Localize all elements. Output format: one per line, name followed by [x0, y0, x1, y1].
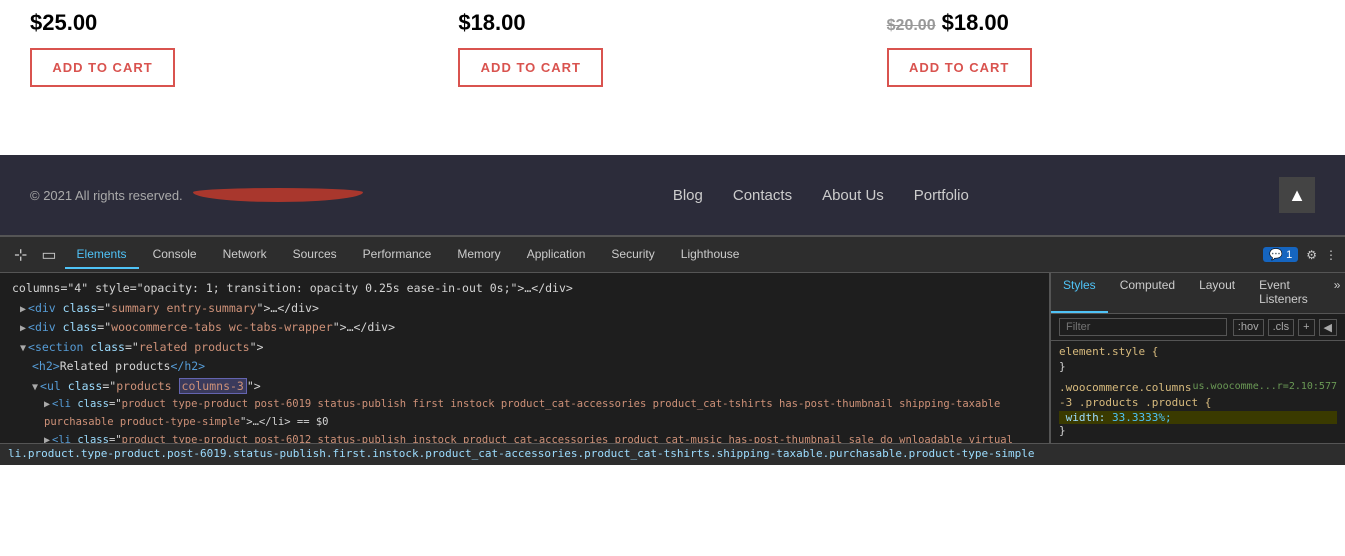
styles-tab-styles[interactable]: Styles — [1051, 273, 1108, 313]
devtools-toolbar: ⊹ ▭ Elements Console Network Sources Per… — [0, 237, 1345, 273]
filter-add-btn[interactable]: + — [1298, 319, 1314, 336]
devtools-main: columns="4" style="opacity: 1; transitio… — [0, 273, 1345, 443]
devtools-device-icon[interactable]: ▭ — [35, 241, 62, 269]
styles-selector-2: .woocommerce.columns — [1059, 381, 1191, 394]
tab-lighthouse[interactable]: Lighthouse — [669, 241, 752, 269]
devtools-cursor-icon[interactable]: ⊹ — [8, 241, 33, 269]
add-to-cart-button-3[interactable]: ADD TO CART — [887, 48, 1032, 87]
styles-highlighted-rule: width: 33.3333%; — [1059, 411, 1337, 424]
tab-security[interactable]: Security — [599, 241, 666, 269]
tab-application[interactable]: Application — [515, 241, 598, 269]
product-price-1: $25.00 — [30, 10, 458, 36]
product-price-3: $20.00 $18.00 — [887, 10, 1315, 36]
tab-console[interactable]: Console — [141, 241, 209, 269]
product-area: $25.00 ADD TO CART $18.00 ADD TO CART $2… — [0, 0, 1345, 155]
styles-rule-woo-columns: .woocommerce.columns us.woocomme...r=2.1… — [1059, 381, 1337, 437]
html-line-1: columns="4" style="opacity: 1; transitio… — [8, 279, 1041, 299]
add-to-cart-button-1[interactable]: ADD TO CART — [30, 48, 175, 87]
tab-memory[interactable]: Memory — [445, 241, 512, 269]
styles-tab-more[interactable]: » — [1322, 273, 1345, 313]
html-line-3: ▶<div class="woocommerce-tabs wc-tabs-wr… — [8, 318, 1041, 338]
footer-logo-squiggle — [193, 188, 363, 202]
styles-tab-computed[interactable]: Computed — [1108, 273, 1187, 313]
devtools-html-panel[interactable]: columns="4" style="opacity: 1; transitio… — [0, 273, 1050, 443]
product-item-3: $20.00 $18.00 ADD TO CART — [887, 10, 1315, 87]
html-line-2: ▶<div class="summary entry-summary">…</d… — [8, 299, 1041, 319]
html-line-7: ▶<li class="product type-product post-60… — [8, 396, 1041, 432]
product-price-2: $18.00 — [458, 10, 886, 36]
tab-elements[interactable]: Elements — [65, 241, 139, 269]
tab-sources[interactable]: Sources — [281, 241, 349, 269]
styles-brace-1: } — [1059, 360, 1337, 373]
html-line-4: ▼<section class="related products"> — [8, 338, 1041, 358]
product-sale-price: $18.00 — [942, 10, 1009, 35]
devtools-panel: ⊹ ▭ Elements Console Network Sources Per… — [0, 235, 1345, 465]
devtools-breadcrumb: li.product.type-product.post-6019.status… — [0, 443, 1345, 465]
devtools-toolbar-right: 💬 1 ⚙ ⋮ — [1263, 247, 1337, 262]
devtools-more-icon[interactable]: ⋮ — [1325, 248, 1337, 262]
styles-property-width: width: — [1066, 411, 1106, 424]
footer-nav-portfolio[interactable]: Portfolio — [914, 187, 969, 204]
html-line-5: <h2>Related products</h2> — [8, 357, 1041, 377]
styles-source-2: us.woocomme...r=2.10:577 — [1193, 381, 1338, 396]
footer-copyright: © 2021 All rights reserved. — [30, 188, 183, 203]
product-item-2: $18.00 ADD TO CART — [458, 10, 886, 87]
styles-brace-2: } — [1059, 424, 1337, 437]
styles-content: element.style { } .woocommerce.columns u… — [1051, 341, 1345, 443]
footer-nav-contacts[interactable]: Contacts — [733, 187, 792, 204]
styles-tabs: Styles Computed Layout Event Listeners » — [1051, 273, 1345, 314]
devtools-badge: 💬 1 — [1263, 247, 1298, 262]
product-original-price: $20.00 — [887, 17, 936, 34]
styles-selector-1: element.style { — [1059, 345, 1337, 358]
product-item-1: $25.00 ADD TO CART — [30, 10, 458, 87]
filter-hov-btn[interactable]: :hov — [1233, 319, 1264, 336]
add-to-cart-button-2[interactable]: ADD TO CART — [458, 48, 603, 87]
scroll-to-top-button[interactable]: ▲ — [1279, 177, 1315, 213]
footer-left: © 2021 All rights reserved. — [30, 188, 363, 203]
styles-sub-selector-2: -3 .products .product { — [1059, 396, 1337, 409]
tab-performance[interactable]: Performance — [351, 241, 444, 269]
filter-collapse-btn[interactable]: ◀ — [1319, 319, 1337, 336]
styles-filter-input[interactable] — [1059, 318, 1227, 336]
footer-nav-about[interactable]: About Us — [822, 187, 884, 204]
tab-network[interactable]: Network — [211, 241, 279, 269]
footer: © 2021 All rights reserved. Blog Contact… — [0, 155, 1345, 235]
footer-nav: Blog Contacts About Us Portfolio — [673, 187, 969, 204]
styles-rule-element: element.style { } — [1059, 345, 1337, 373]
footer-nav-blog[interactable]: Blog — [673, 187, 703, 204]
html-line-6: ▼<ul class="products columns-3"> — [8, 377, 1041, 397]
devtools-settings-icon[interactable]: ⚙ — [1306, 248, 1317, 262]
filter-buttons: :hov .cls + ◀ — [1233, 319, 1337, 336]
breadcrumb-text: li.product.type-product.post-6019.status… — [8, 447, 1035, 460]
html-line-8: ▶<li class="product type-product post-60… — [8, 432, 1041, 443]
styles-tab-layout[interactable]: Layout — [1187, 273, 1247, 313]
filter-cls-btn[interactable]: .cls — [1268, 319, 1295, 336]
devtools-styles-panel: Styles Computed Layout Event Listeners »… — [1050, 273, 1345, 443]
styles-tab-event-listeners[interactable]: Event Listeners — [1247, 273, 1320, 313]
styles-filter: :hov .cls + ◀ — [1051, 314, 1345, 341]
styles-value-width: 33.3333%; — [1112, 411, 1172, 424]
